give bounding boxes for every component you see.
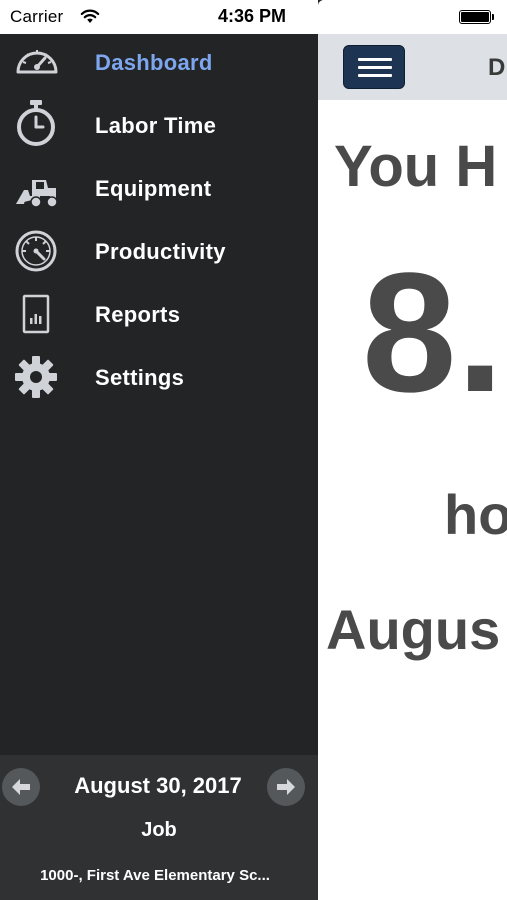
sidebar-item-label: Labor Time [95,113,217,138]
carrier-label: Carrier [10,7,64,26]
sidebar-item-labor-time[interactable]: Labor Time [0,100,318,150]
page-title: D [488,54,506,81]
hours-unit: ho [444,483,507,546]
sidebar-item-label: Dashboard [95,50,213,75]
report-chart-icon [14,292,60,336]
sidebar-item-reports[interactable]: Reports [0,289,318,339]
status-bar: Carrier 4:36 PM [0,0,318,34]
sidebar-item-label: Equipment [95,176,212,201]
battery-icon [459,10,491,24]
sidebar-item-productivity[interactable]: Productivity [0,226,318,276]
dashboard-panel: D You H 8. ho Augus [318,0,507,900]
hours-date: Augus [326,598,501,661]
battery-tip [492,14,494,20]
hamburger-icon [358,58,392,61]
speedometer-icon [14,40,60,84]
gear-icon [14,355,60,399]
sidebar-item-label: Reports [95,302,181,327]
job-label: Job [141,819,177,841]
sidebar-item-equipment[interactable]: Equipment [0,163,318,213]
menu-button[interactable] [343,45,405,89]
clock: 4:36 PM [218,6,287,26]
sidebar-item-label: Productivity [95,239,226,264]
stopwatch-icon [14,100,60,147]
hours-value: 8. [362,238,504,428]
wifi-icon [80,8,100,29]
sidebar-item-label: Settings [95,365,185,390]
next-date-button[interactable] [267,768,305,806]
job-footer: August 30, 2017 Job 1000-, First Ave Ele… [0,755,318,900]
arrow-right-icon [277,779,295,795]
arrow-left-icon [12,779,30,795]
gauge-icon [14,229,60,273]
status-bar-right [318,0,507,34]
hours-heading: You H [334,134,498,199]
job-site-selector[interactable]: 1000-, First Ave Elementary Sc... [0,867,310,884]
hamburger-icon-bar [358,66,392,69]
top-bar: D [318,34,507,100]
side-menu: Carrier 4:36 PM Dashboard Labor Time Equ… [0,0,318,900]
previous-date-button[interactable] [2,768,40,806]
selected-date: August 30, 2017 [74,773,242,798]
sidebar-item-settings[interactable]: Settings [0,352,318,402]
hamburger-icon-bar [358,74,392,77]
loader-icon [14,166,60,210]
sidebar-item-dashboard[interactable]: Dashboard [0,37,318,87]
